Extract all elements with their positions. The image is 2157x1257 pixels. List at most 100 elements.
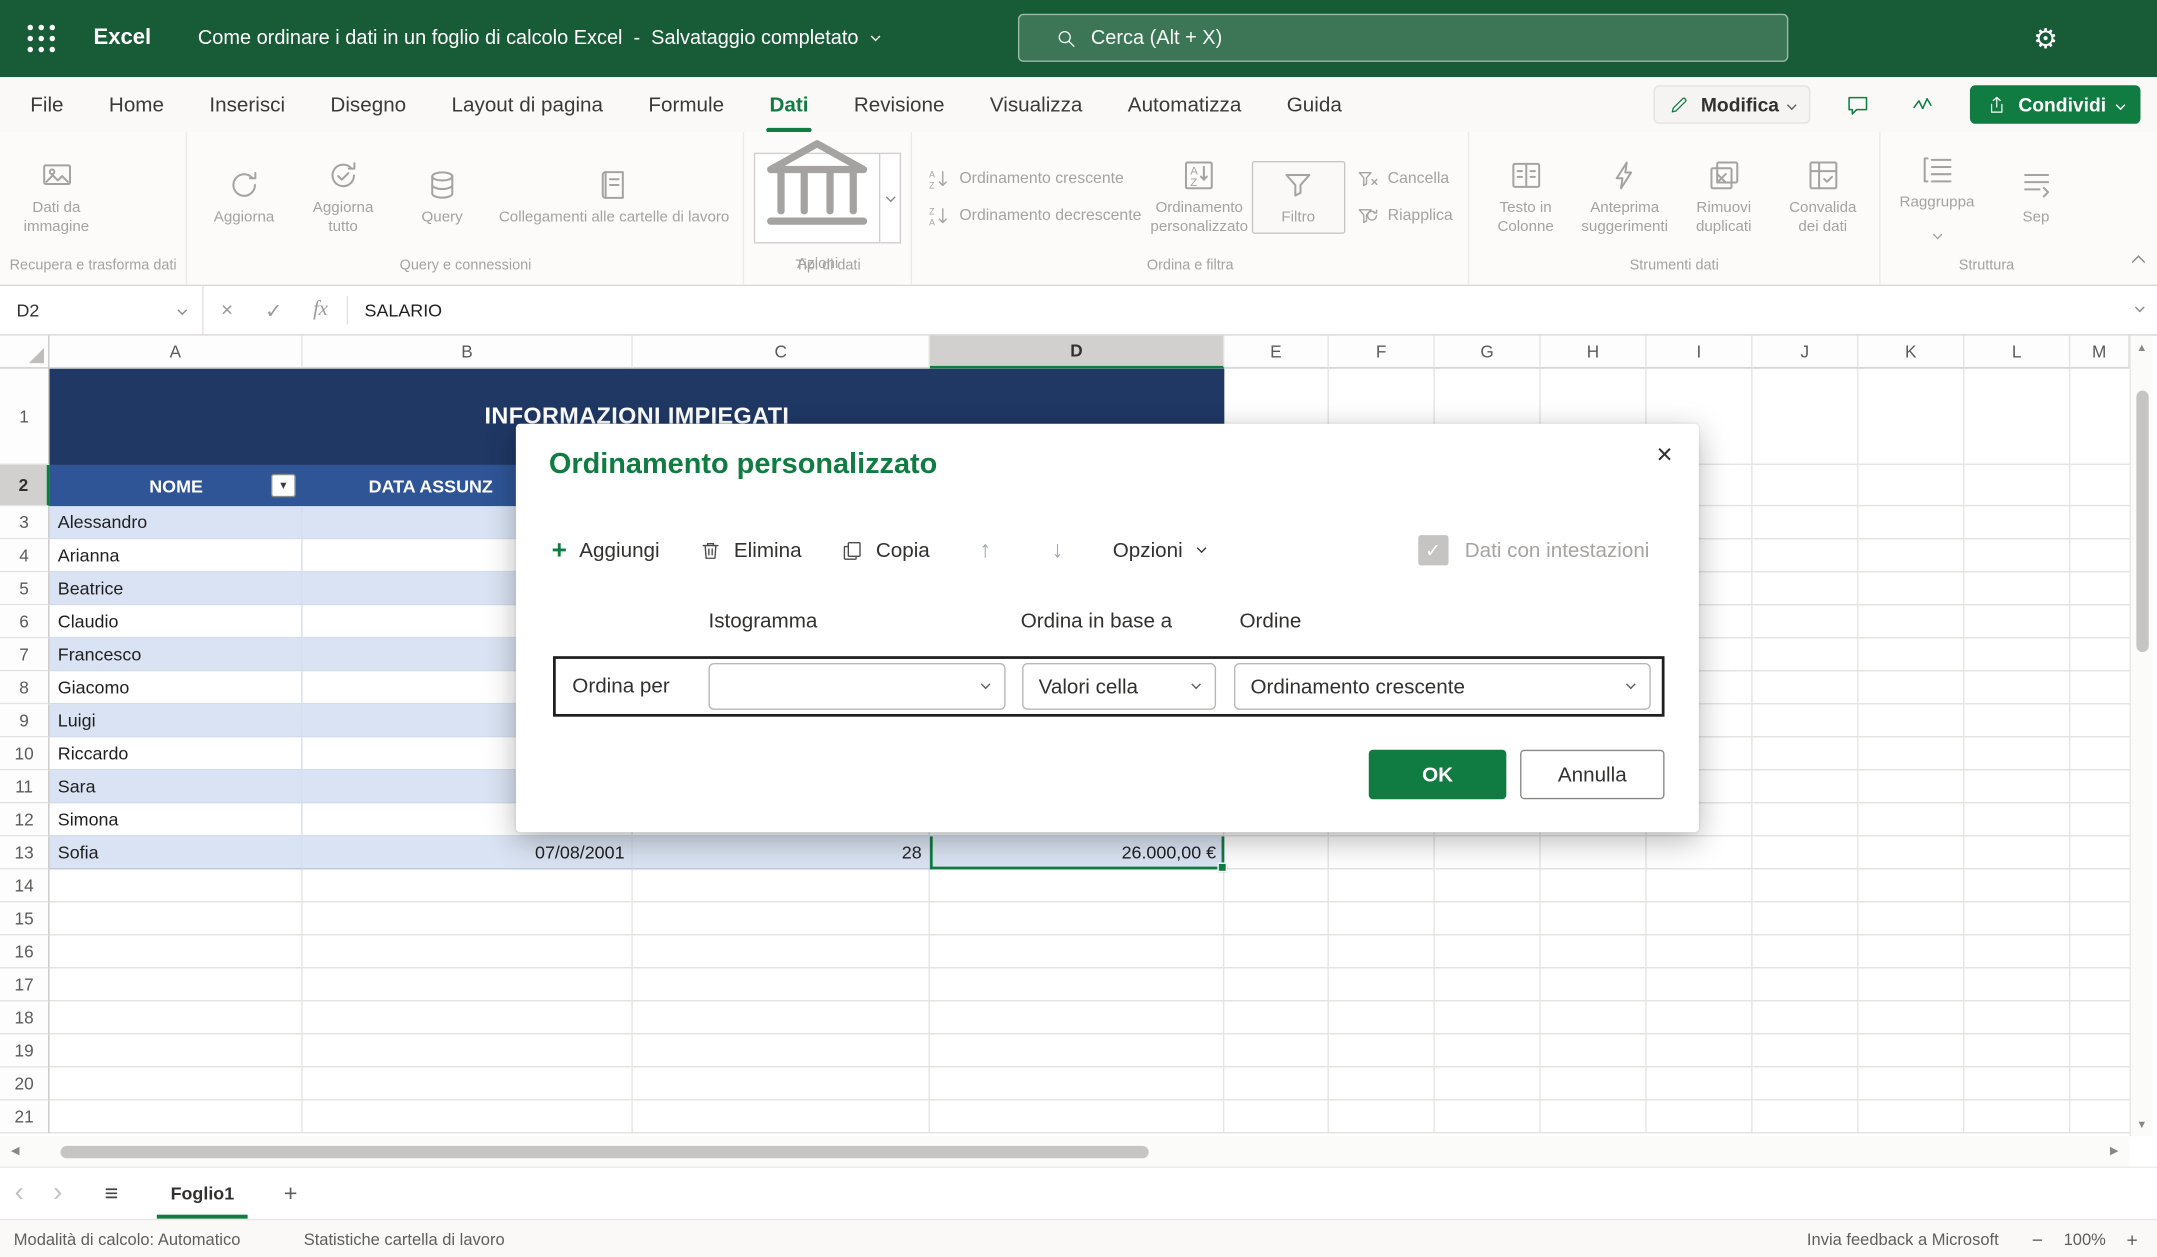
ribbon-button-filtro[interactable]: Filtro xyxy=(1251,161,1345,234)
move-up-button[interactable]: ↑ xyxy=(968,536,1002,564)
sheet-tab-foglio1[interactable]: Foglio1 xyxy=(149,1168,257,1219)
ribbon-button-ordinamento-crescente[interactable]: AZOrdinamento crescente xyxy=(928,167,1124,190)
column-header-A[interactable]: A xyxy=(50,336,303,369)
cell-A10[interactable]: Riccardo xyxy=(50,737,303,770)
scroll-up-icon[interactable]: ▲ xyxy=(2131,341,2153,353)
horizontal-scrollbar-thumb[interactable] xyxy=(61,1146,1149,1158)
app-launcher-icon[interactable] xyxy=(22,19,61,58)
row-header-14[interactable]: 14 xyxy=(0,869,50,902)
row-header-8[interactable]: 8 xyxy=(0,671,50,704)
cell-A9[interactable]: Luigi xyxy=(50,704,303,737)
row-header-20[interactable]: 20 xyxy=(0,1067,50,1100)
ribbon-button-riapplica[interactable]: Riapplica xyxy=(1356,204,1453,227)
sort-on-select[interactable]: Valori cella xyxy=(1022,663,1216,710)
cell-A13[interactable]: Sofia xyxy=(50,836,303,869)
all-sheets-icon[interactable]: ≡ xyxy=(88,1180,135,1208)
options-button[interactable]: Opzioni xyxy=(1113,539,1205,562)
ribbon-button-azioni[interactable]: Azioni xyxy=(754,152,881,243)
tab-file[interactable]: File xyxy=(30,77,63,132)
zoom-level[interactable]: 100% xyxy=(2064,1229,2106,1248)
fill-handle[interactable] xyxy=(1217,863,1227,873)
column-header-F[interactable]: F xyxy=(1329,336,1435,369)
sort-order-select[interactable]: Ordinamento crescente xyxy=(1234,663,1651,710)
name-box[interactable]: D2 xyxy=(0,286,204,334)
activity-button[interactable] xyxy=(1904,85,1943,124)
cell-A4[interactable]: Arianna xyxy=(50,539,303,572)
ok-button[interactable]: OK xyxy=(1369,750,1507,800)
workbook-stats[interactable]: Statistiche cartella di lavoro xyxy=(304,1229,505,1248)
tab-inserisci[interactable]: Inserisci xyxy=(209,77,285,132)
zoom-in-icon[interactable]: + xyxy=(2126,1228,2137,1250)
tab-dati[interactable]: Dati xyxy=(769,77,808,132)
ribbon-button-raggruppa[interactable]: Raggruppa xyxy=(1890,148,1984,247)
ribbon-button-aggiorna-tutto[interactable]: Aggiorna tutto xyxy=(296,153,390,242)
row-header-3[interactable]: 3 xyxy=(0,506,50,539)
tab-layout-di-pagina[interactable]: Layout di pagina xyxy=(452,77,603,132)
row-header-11[interactable]: 11 xyxy=(0,770,50,803)
select-all-corner[interactable] xyxy=(0,336,50,369)
feedback-link[interactable]: Invia feedback a Microsoft xyxy=(1807,1229,1999,1248)
add-level-button[interactable]: + Aggiungi xyxy=(552,537,660,563)
column-header-G[interactable]: G xyxy=(1435,336,1541,369)
document-title[interactable]: Come ordinare i dati in un foglio di cal… xyxy=(198,28,879,50)
cell-A11[interactable]: Sara xyxy=(50,770,303,803)
column-header-D[interactable]: D xyxy=(930,336,1224,369)
row-header-1[interactable]: 1 xyxy=(0,369,50,465)
row-header-19[interactable]: 19 xyxy=(0,1034,50,1067)
column-header-L[interactable]: L xyxy=(1964,336,2070,369)
copy-level-button[interactable]: Copia xyxy=(840,539,930,562)
cell-C13[interactable]: 28 xyxy=(633,836,930,869)
cell-A3[interactable]: Alessandro xyxy=(50,506,303,539)
row-header-6[interactable]: 6 xyxy=(0,605,50,638)
sort-rule-row[interactable]: Ordina per Valori cella Ordinamento cres… xyxy=(553,656,1665,717)
column-header-J[interactable]: J xyxy=(1753,336,1859,369)
row-header-12[interactable]: 12 xyxy=(0,803,50,836)
cell-A12[interactable]: Simona xyxy=(50,803,303,836)
column-header-B[interactable]: B xyxy=(303,336,633,369)
tab-home[interactable]: Home xyxy=(109,77,164,132)
scroll-down-icon[interactable]: ▼ xyxy=(2131,1118,2153,1130)
formula-input[interactable]: SALARIO xyxy=(351,300,2157,321)
cell-D13[interactable]: 26.000,00 € xyxy=(930,836,1224,869)
cell-B13[interactable]: 07/08/2001 xyxy=(303,836,633,869)
ribbon-button-separa[interactable]: Sep xyxy=(1989,162,2083,232)
close-icon[interactable]: × xyxy=(1644,435,1685,476)
tab-visualizza[interactable]: Visualizza xyxy=(990,77,1083,132)
column-header-M[interactable]: M xyxy=(2070,336,2129,369)
horizontal-scrollbar[interactable]: ◀ ▶ xyxy=(0,1136,2129,1166)
ribbon-button-testo-in-colonne[interactable]: Testo in Colonne xyxy=(1479,153,1573,242)
sort-column-select[interactable] xyxy=(708,663,1005,710)
ribbon-button-collegamenti[interactable]: Collegamenti alle cartelle di lavoro xyxy=(494,162,733,232)
row-header-21[interactable]: 21 xyxy=(0,1101,50,1134)
ribbon-button-dati-da-immagine[interactable]: Dati da immagine xyxy=(10,153,104,242)
row-header-15[interactable]: 15 xyxy=(0,902,50,935)
cell-A7[interactable]: Francesco xyxy=(50,638,303,671)
cell-A5[interactable]: Beatrice xyxy=(50,572,303,605)
tab-guida[interactable]: Guida xyxy=(1287,77,1342,132)
ribbon-button-aggiorna[interactable]: Aggiorna xyxy=(197,162,291,232)
row-header-18[interactable]: 18 xyxy=(0,1001,50,1034)
settings-button[interactable]: ⚙ xyxy=(2033,0,2058,77)
ribbon-button-convalida[interactable]: Convalida dei dati xyxy=(1776,153,1870,242)
tab-revisione[interactable]: Revisione xyxy=(854,77,945,132)
row-header-10[interactable]: 10 xyxy=(0,737,50,770)
ribbon-button-query[interactable]: Query xyxy=(395,162,489,232)
column-header-H[interactable]: H xyxy=(1541,336,1647,369)
row-header-9[interactable]: 9 xyxy=(0,704,50,737)
row-header-17[interactable]: 17 xyxy=(0,968,50,1001)
cell-A2[interactable]: NOME ▾ xyxy=(50,465,303,506)
ribbon-button-azioni-dropdown[interactable] xyxy=(881,152,902,243)
share-button[interactable]: Condividi xyxy=(1970,85,2140,124)
move-down-button[interactable]: ↓ xyxy=(1041,536,1075,564)
row-header-4[interactable]: 4 xyxy=(0,539,50,572)
insert-function-icon[interactable]: fx xyxy=(297,286,344,334)
tab-formule[interactable]: Formule xyxy=(648,77,724,132)
cell-A8[interactable]: Giacomo xyxy=(50,671,303,704)
column-header-K[interactable]: K xyxy=(1858,336,1964,369)
next-sheet-button[interactable]: › xyxy=(39,1178,78,1210)
column-header-E[interactable]: E xyxy=(1224,336,1329,369)
collapse-ribbon-icon[interactable] xyxy=(2134,249,2144,274)
delete-level-button[interactable]: Elimina xyxy=(698,539,801,562)
app-name[interactable]: Excel xyxy=(94,26,152,51)
zoom-out-icon[interactable]: − xyxy=(2032,1228,2043,1250)
